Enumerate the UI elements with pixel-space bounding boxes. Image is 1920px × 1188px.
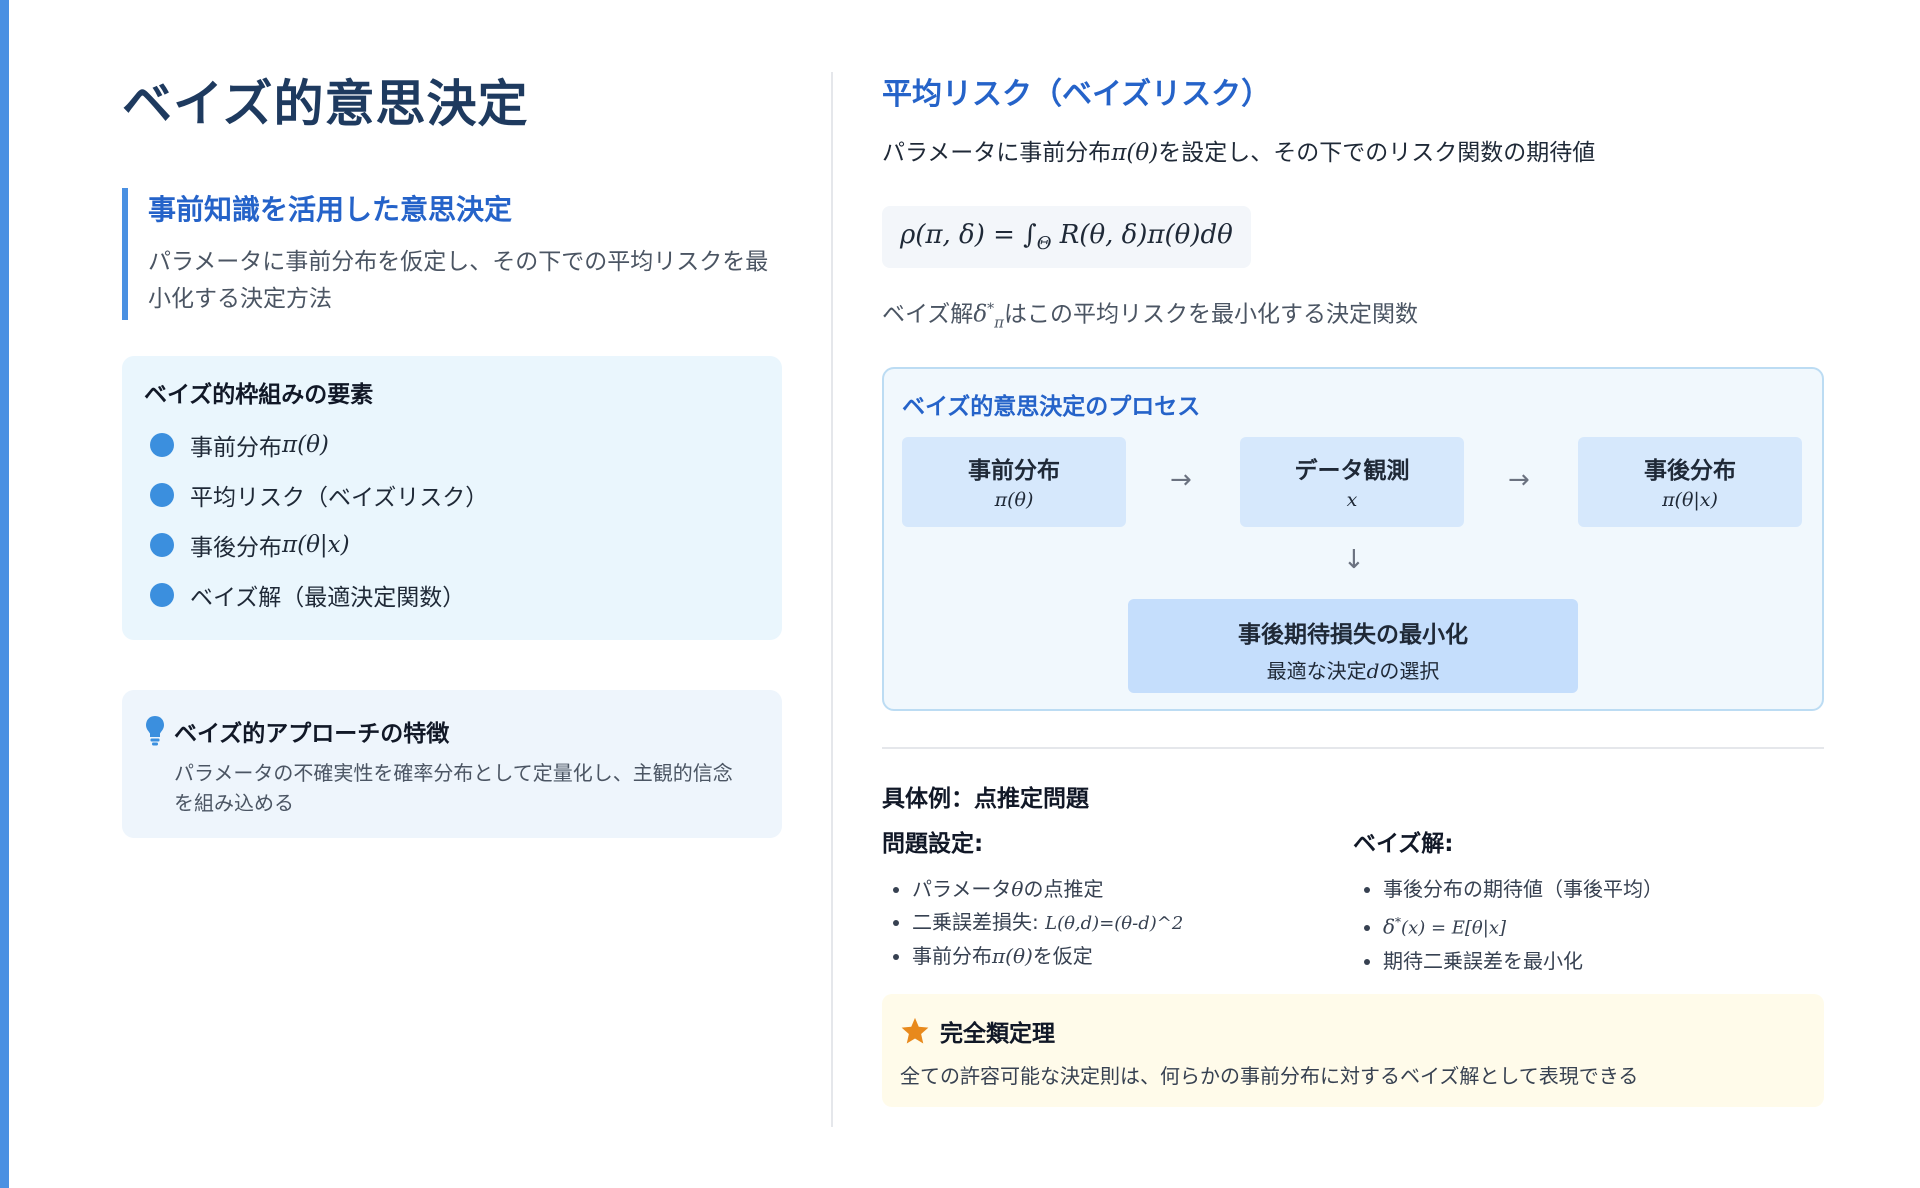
bayes-risk-formula: ρ(π, δ) = ∫Θ R(θ, δ)π(θ)dθ bbox=[882, 206, 1251, 269]
item-math: π(θ) bbox=[992, 944, 1033, 969]
result-label: 事後期待損失の最小化 bbox=[1238, 622, 1468, 649]
bayes-risk-description: パラメータに事前分布π(θ)を設定し、その下でのリスク関数の期待値 bbox=[882, 136, 1824, 170]
arrow-right-icon: → bbox=[1508, 465, 1530, 496]
arrow-right-icon: → bbox=[1170, 465, 1192, 496]
item-math: θ bbox=[1011, 877, 1024, 902]
element-math: π(θ) bbox=[282, 432, 329, 458]
step-label: 事前分布 bbox=[968, 458, 1060, 485]
list-item: 平均リスク（ベイズリスク） bbox=[144, 470, 760, 520]
bullet-dot-icon bbox=[150, 533, 174, 557]
theorem-title: 完全類定理 bbox=[940, 1021, 1055, 1048]
theorem-description: 全ての許容可能な決定則は、何らかの事前分布に対するベイズ解として表現できる bbox=[900, 1064, 1639, 1089]
element-label: 事後分布 bbox=[190, 535, 282, 561]
step-symbol: π(θ) bbox=[994, 489, 1034, 512]
bayes-risk-title: 平均リスク（ベイズリスク） bbox=[882, 77, 1272, 112]
bayes-solution-title: ベイズ解: bbox=[1353, 831, 1454, 858]
result-subtitle: 最適な決定dの選択 bbox=[1128, 655, 1578, 684]
step-label: 事後分布 bbox=[1644, 458, 1736, 485]
lead-section: 事前知識を活用した意思決定 パラメータに事前分布を仮定し、その下での平均リスクを… bbox=[122, 188, 782, 320]
section-divider bbox=[882, 747, 1824, 750]
left-accent-bar bbox=[0, 0, 9, 1188]
desc-math: π(θ) bbox=[1111, 140, 1159, 166]
item-math: δ bbox=[1383, 915, 1396, 940]
step-observation: データ観測 x bbox=[1240, 437, 1464, 528]
lightbulb-icon bbox=[146, 716, 164, 746]
element-math: π(θ|x) bbox=[282, 532, 350, 558]
delta-subscript: π bbox=[994, 313, 1005, 332]
list-item: δ*(x) = E[θ|x] bbox=[1383, 906, 1824, 945]
feature-box: ベイズ的アプローチの特徴 パラメータの不確実性を確率分布として定量化し、主観的信… bbox=[122, 690, 782, 838]
list-item: 二乗誤差損失: L(θ,d)=(θ-d)^2 bbox=[912, 906, 1353, 940]
desc-text: パラメータに事前分布 bbox=[882, 140, 1112, 166]
feature-title: ベイズ的アプローチの特徴 bbox=[174, 721, 450, 747]
formula-rhs: R(θ, δ)π(θ)dθ bbox=[1051, 220, 1233, 250]
elements-list: 事前分布 π(θ) 平均リスク（ベイズリスク） 事後分布 π(θ|x) ベイズ解… bbox=[144, 420, 760, 620]
list-item: 事前分布 π(θ) bbox=[144, 420, 760, 470]
lead-title: 事前知識を活用した意思決定 bbox=[148, 193, 513, 226]
bullet-dot-icon bbox=[150, 483, 174, 507]
element-label: 事前分布 bbox=[190, 435, 282, 461]
arrow-down-icon: ↓ bbox=[1343, 545, 1365, 576]
step-label: データ観測 bbox=[1294, 458, 1410, 485]
feature-header: ベイズ的アプローチの特徴 bbox=[144, 714, 752, 748]
example-columns: 問題設定: パラメータθの点推定 二乗誤差損失: L(θ,d)=(θ-d)^2 … bbox=[882, 827, 1824, 978]
list-item: 期待二乗誤差を最小化 bbox=[1383, 945, 1824, 978]
bullet-dot-icon bbox=[150, 583, 174, 607]
desc-text: はこの平均リスクを最小化する決定関数 bbox=[1004, 301, 1419, 328]
lead-description: パラメータに事前分布を仮定し、その下での平均リスクを最小化する決定方法 bbox=[148, 249, 769, 312]
formula-lhs: ρ(π, δ) = ∫ bbox=[900, 220, 1037, 250]
process-title: ベイズ的意思決定のプロセス bbox=[902, 394, 1201, 421]
item-text: 事前分布 bbox=[912, 944, 992, 969]
step-symbol: π(θ|x) bbox=[1662, 489, 1718, 512]
element-label: ベイズ解（最適決定関数） bbox=[190, 585, 466, 611]
column-divider bbox=[831, 72, 833, 1127]
list-item: 事前分布π(θ)を仮定 bbox=[912, 940, 1353, 973]
left-column: ベイズ的意思決定 事前知識を活用した意思決定 パラメータに事前分布を仮定し、その… bbox=[122, 70, 782, 838]
elements-box: ベイズ的枠組みの要素 事前分布 π(θ) 平均リスク（ベイズリスク） 事後分布 … bbox=[122, 356, 782, 640]
problem-setting-list: パラメータθの点推定 二乗誤差損失: L(θ,d)=(θ-d)^2 事前分布π(… bbox=[882, 873, 1353, 973]
desc-text: ベイズ解 bbox=[882, 301, 974, 328]
star-icon bbox=[901, 1017, 929, 1044]
bayes-solution: ベイズ解: 事後分布の期待値（事後平均） δ*(x) = E[θ|x] 期待二乗… bbox=[1353, 827, 1824, 978]
right-column: 平均リスク（ベイズリスク） パラメータに事前分布π(θ)を設定し、その下でのリス… bbox=[882, 72, 1824, 1108]
problem-setting-title: 問題設定: bbox=[882, 831, 984, 858]
elements-title: ベイズ的枠組みの要素 bbox=[144, 382, 374, 408]
element-label: 平均リスク（ベイズリスク） bbox=[190, 485, 489, 511]
list-item: 事後分布の期待値（事後平均） bbox=[1383, 873, 1824, 906]
step-symbol: x bbox=[1346, 489, 1358, 512]
feature-description: パラメータの不確実性を確率分布として定量化し、主観的信念を組み込める bbox=[174, 761, 733, 815]
page-title: ベイズ的意思決定 bbox=[122, 75, 529, 133]
formula-subscript: Θ bbox=[1036, 233, 1052, 255]
item-math: (x) = E[θ|x] bbox=[1401, 918, 1507, 940]
bayes-solution-list: 事後分布の期待値（事後平均） δ*(x) = E[θ|x] 期待二乗誤差を最小化 bbox=[1353, 873, 1824, 978]
item-text: 二乗誤差損失: bbox=[912, 910, 1046, 935]
list-item: ベイズ解（最適決定関数） bbox=[144, 570, 760, 620]
step-posterior: 事後分布 π(θ|x) bbox=[1578, 437, 1802, 528]
delta-symbol: δ bbox=[973, 301, 988, 328]
bayes-solution-description: ベイズ解δ*πはこの平均リスクを最小化する決定関数 bbox=[882, 292, 1824, 339]
result-math: d bbox=[1366, 659, 1380, 684]
result-text: 最適な決定 bbox=[1266, 659, 1367, 684]
item-math: L(θ,d)=(θ-d)^2 bbox=[1045, 913, 1184, 935]
problem-setting: 問題設定: パラメータθの点推定 二乗誤差損失: L(θ,d)=(θ-d)^2 … bbox=[882, 827, 1353, 978]
step-prior: 事前分布 π(θ) bbox=[902, 437, 1126, 528]
item-text: の点推定 bbox=[1023, 877, 1104, 902]
bullet-dot-icon bbox=[150, 433, 174, 457]
list-item: パラメータθの点推定 bbox=[912, 873, 1353, 906]
theorem-header: 完全類定理 bbox=[900, 1014, 1804, 1048]
list-item: 事後分布 π(θ|x) bbox=[144, 520, 760, 570]
result-text: の選択 bbox=[1379, 659, 1440, 684]
item-text: パラメータ bbox=[912, 877, 1012, 902]
desc-text: を設定し、その下でのリスク関数の期待値 bbox=[1158, 140, 1596, 166]
item-text: を仮定 bbox=[1032, 944, 1093, 969]
step-minimize-loss: 事後期待損失の最小化 最適な決定dの選択 bbox=[1128, 599, 1578, 694]
example-title: 具体例：点推定問題 bbox=[882, 786, 1089, 813]
theorem-box: 完全類定理 全ての許容可能な決定則は、何らかの事前分布に対するベイズ解として表現… bbox=[882, 994, 1824, 1108]
process-diagram: ベイズ的意思決定のプロセス 事前分布 π(θ) → データ観測 x → 事後分布… bbox=[882, 367, 1824, 712]
